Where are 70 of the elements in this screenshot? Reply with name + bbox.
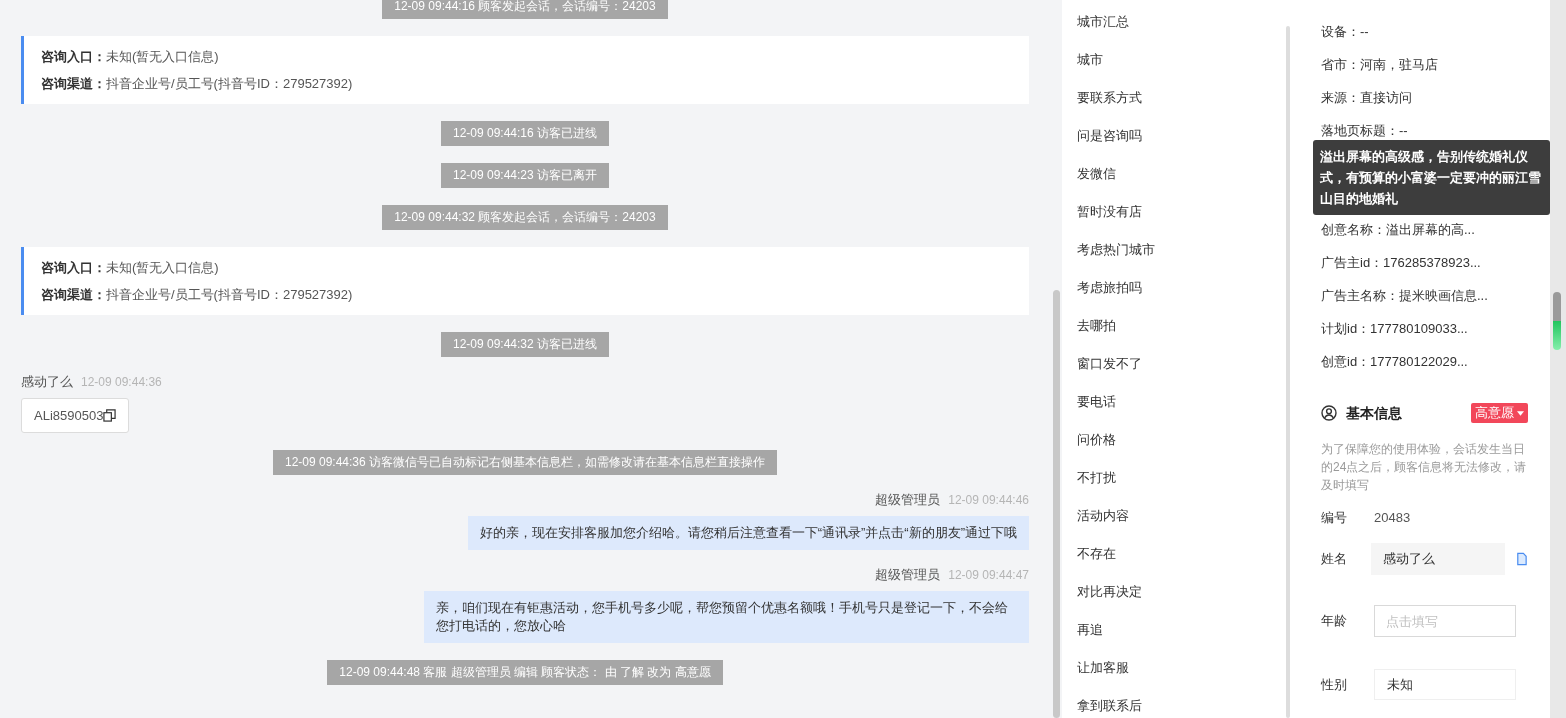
info-row-text: 来源：直接访问: [1321, 88, 1412, 107]
system-notice: 12-09 09:44:32 顾客发起会话，会话编号：24203: [382, 205, 668, 230]
info-row-text: 创意名称：溢出屏幕的高...: [1321, 220, 1475, 239]
field-label: 咨询入口：: [41, 47, 106, 66]
quick-reply-item[interactable]: 考虑旅拍吗: [1077, 278, 1142, 298]
quick-reply-item[interactable]: 考虑热门城市: [1077, 240, 1155, 260]
info-row-text: 广告主名称：提米映画信息...: [1321, 286, 1488, 305]
section-title: 基本信息: [1346, 403, 1402, 423]
field-value: 抖音企业号/员工号(抖音号ID：279527392): [106, 74, 353, 93]
message-time: 12-09 09:44:36: [81, 374, 162, 390]
scrollbar-thumb[interactable]: [1053, 290, 1060, 718]
info-row-text: 省市：河南，驻马店: [1321, 55, 1438, 74]
info-row-text: 计划id：177780109033...: [1321, 319, 1468, 338]
system-notice: 12-09 09:44:48 客服 超级管理员 编辑 顾客状态： 由 了解 改为 高意愿: [327, 660, 723, 685]
quick-reply-item[interactable]: 问是咨询吗: [1077, 126, 1142, 146]
field-value: 抖音企业号/员工号(抖音号ID：279527392): [106, 285, 353, 304]
scrollbar-track[interactable]: [1286, 26, 1290, 718]
quick-reply-item[interactable]: 不打扰: [1077, 468, 1116, 488]
field-value: 未知(暂无入口信息): [106, 47, 219, 66]
name-field[interactable]: 感动了么: [1371, 543, 1505, 575]
field-value: 20483: [1374, 509, 1411, 527]
field-label: 年龄: [1321, 612, 1348, 631]
quick-reply-item[interactable]: 让加客服: [1077, 658, 1129, 678]
field-label: 咨询入口：: [41, 258, 106, 277]
quick-reply-item[interactable]: 对比再决定: [1077, 582, 1142, 602]
message-time: 12-09 09:44:46: [948, 492, 1029, 508]
intent-tag-dropdown[interactable]: 高意愿: [1471, 403, 1528, 423]
quick-reply-item[interactable]: 去哪拍: [1077, 316, 1116, 336]
quick-reply-item[interactable]: 要联系方式: [1077, 88, 1142, 108]
field-value: 未知(暂无入口信息): [106, 258, 219, 277]
info-row-text: 广告主id：176285378923...: [1321, 253, 1481, 272]
age-field[interactable]: 点击填写: [1374, 605, 1516, 637]
quick-reply-item[interactable]: 问价格: [1077, 430, 1116, 450]
message-time: 12-09 09:44:47: [948, 567, 1029, 583]
field-label: 咨询渠道：: [41, 285, 106, 304]
quick-reply-item[interactable]: 不存在: [1077, 544, 1116, 564]
message-bubble: 亲，咱们现在有钜惠活动，您手机号多少呢，帮您预留个优惠名额哦！手机号只是登记一下，不会给您打电话的，您放心哈: [424, 591, 1029, 643]
quick-reply-item[interactable]: 拿到联系后: [1077, 696, 1142, 716]
system-notice: 12-09 09:44:16 访客已进线: [440, 121, 610, 146]
quick-reply-item[interactable]: 城市: [1077, 50, 1103, 70]
field-label: 姓名: [1321, 550, 1348, 569]
info-row-text: 落地页标题：--: [1321, 121, 1408, 140]
sender-name: 超级管理员: [875, 492, 941, 508]
scrollbar-thumb[interactable]: [1553, 292, 1561, 350]
system-notice: 12-09 09:44:32 访客已进线: [440, 332, 610, 357]
quick-reply-item[interactable]: 再追: [1077, 620, 1103, 640]
info-row-text: 创意id：177780122029...: [1321, 352, 1468, 371]
gender-select[interactable]: 未知: [1374, 669, 1516, 700]
message-bubble: 好的亲，现在安排客服加您介绍哈。请您稍后注意查看一下“通讯录”并点击“新的朋友”通过下哦: [467, 516, 1029, 550]
system-notice: 12-09 09:44:23 访客已离开: [440, 163, 610, 188]
field-label: 编号: [1321, 509, 1348, 528]
caret-icon: [1517, 410, 1524, 416]
copy-icon[interactable]: [103, 409, 117, 422]
info-row-text: 设备：--: [1321, 22, 1369, 41]
message-text: ALi8590503: [34, 406, 104, 425]
quick-reply-item[interactable]: 窗口发不了: [1077, 354, 1142, 374]
quick-reply-item[interactable]: 要电话: [1077, 392, 1116, 412]
quick-reply-item[interactable]: 活动内容: [1077, 506, 1129, 526]
user-icon: [1321, 405, 1337, 421]
quick-reply-item[interactable]: 发微信: [1077, 164, 1116, 184]
field-label: 咨询渠道：: [41, 74, 106, 93]
system-notice: 12-09 09:44:36 访客微信号已自动标记右侧基本信息栏，如需修改请在基本信息栏直接操作: [272, 450, 778, 475]
field-label: 性别: [1321, 675, 1348, 694]
quick-reply-item[interactable]: 城市汇总: [1077, 12, 1129, 32]
sender-name: 感动了么: [21, 374, 73, 390]
system-notice: 12-09 09:44:16 顾客发起会话，会话编号：24203: [382, 0, 668, 19]
tooltip-text: 溢出屏幕的高级感，告别传统婚礼仪式，有预算的小富婆一定要冲的丽江雪山目的地婚礼: [1320, 148, 1542, 208]
sender-name: 超级管理员: [875, 567, 941, 583]
quick-reply-item[interactable]: 暂时没有店: [1077, 202, 1142, 222]
notice-text: 为了保障您的使用体验，会话发生当日的24点之后，顾客信息将无法修改，请及时填写: [1321, 441, 1528, 494]
